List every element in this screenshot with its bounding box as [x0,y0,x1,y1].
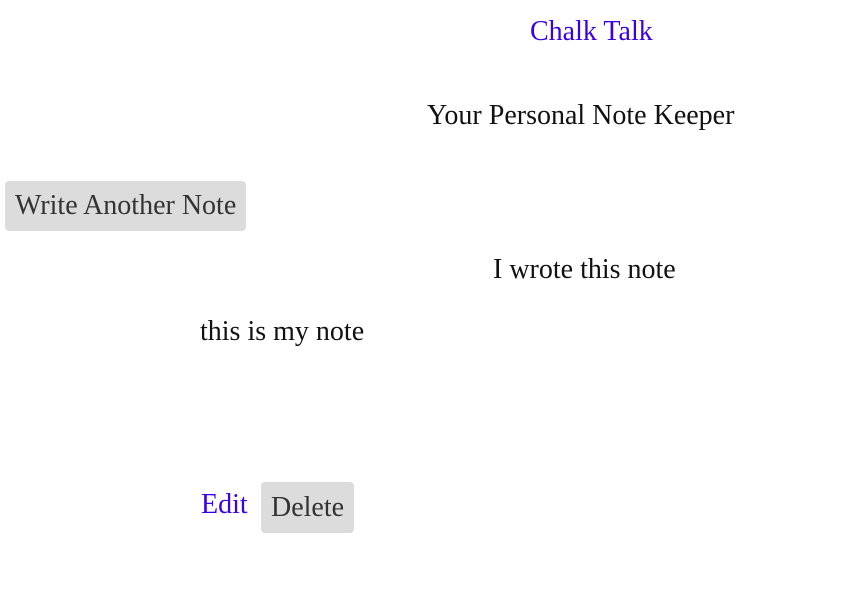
delete-note-button[interactable]: Delete [261,482,355,533]
write-another-note-button[interactable]: Write Another Note [5,181,247,231]
app-title-link[interactable]: Chalk Talk [530,16,653,48]
note-title: I wrote this note [493,254,676,285]
edit-note-link[interactable]: Edit [201,489,248,521]
page: Chalk Talk Your Personal Note Keeper Wri… [0,0,865,611]
note-body: this is my note [200,316,365,347]
page-tagline: Your Personal Note Keeper [427,100,735,131]
